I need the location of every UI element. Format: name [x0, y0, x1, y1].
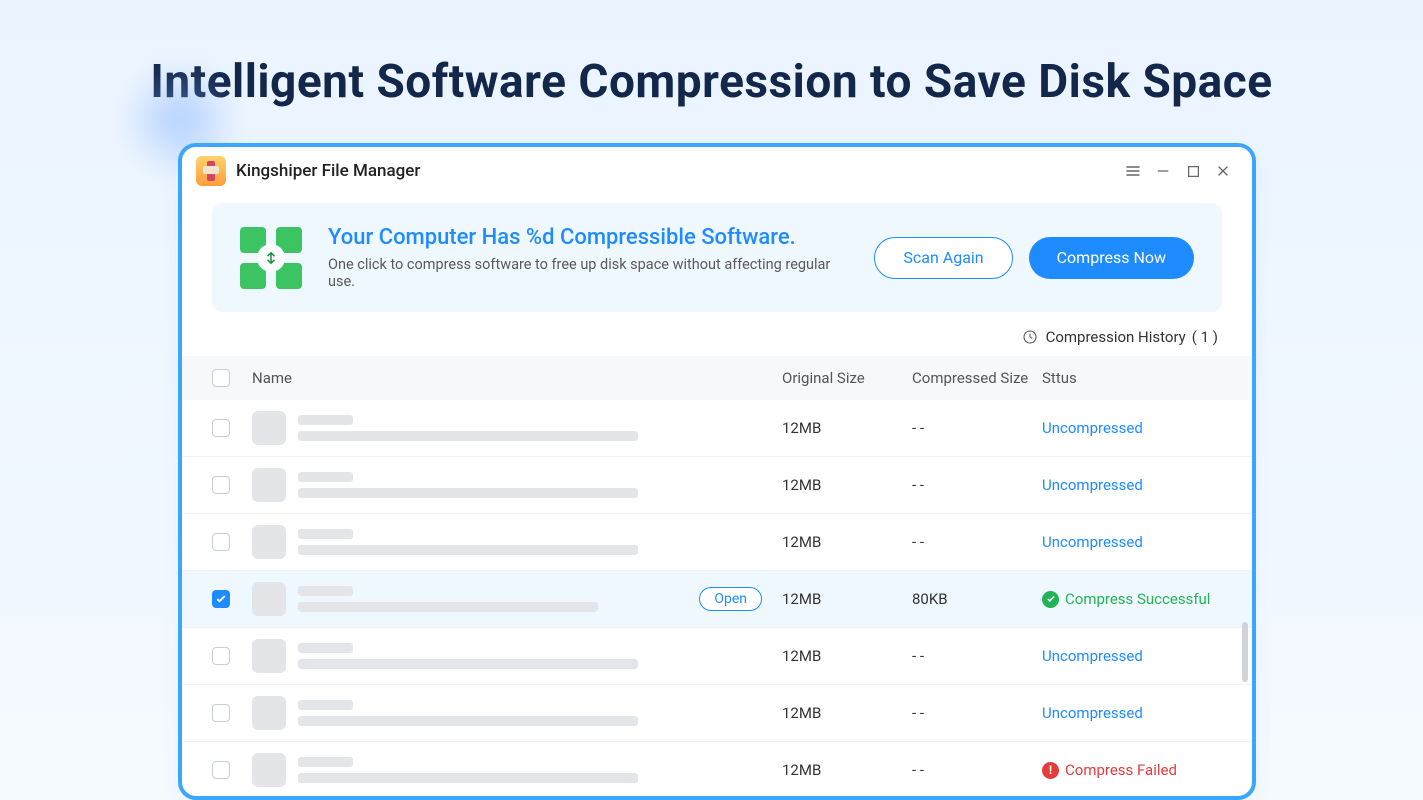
row-name-cell [252, 696, 782, 730]
table-row: Open 12MB80KB Compress Successful [182, 571, 1252, 628]
table-row: 12MB- -Uncompressed [182, 628, 1252, 685]
status-text: Uncompressed [1042, 533, 1143, 551]
original-size-cell: 12MB [782, 704, 912, 722]
status-text: Compress Successful [1065, 590, 1210, 608]
history-label: Compression History [1046, 328, 1186, 346]
status-cell: ! Compress Failed [1042, 761, 1222, 779]
scrollbar-thumb[interactable] [1242, 622, 1248, 682]
history-clock-icon [1022, 329, 1038, 345]
row-name-cell [252, 639, 782, 673]
hamburger-menu-icon[interactable] [1118, 156, 1148, 186]
row-checkbox[interactable] [212, 533, 230, 551]
status-cell: Uncompressed [1042, 476, 1222, 494]
status-cell: Uncompressed [1042, 647, 1222, 665]
table-row: 12MB- -Uncompressed [182, 457, 1252, 514]
software-thumbnail-icon [252, 582, 286, 616]
compressed-size-cell: - - [912, 647, 1042, 665]
minimize-icon[interactable] [1148, 156, 1178, 186]
banner-title: Your Computer Has %d Compressible Softwa… [328, 225, 858, 250]
scan-result-banner: Your Computer Has %d Compressible Softwa… [212, 203, 1222, 312]
compressed-size-cell: - - [912, 419, 1042, 437]
original-size-cell: 12MB [782, 476, 912, 494]
open-button[interactable]: Open [699, 587, 762, 611]
table-row: 12MB- -Uncompressed [182, 514, 1252, 571]
status-text: Uncompressed [1042, 419, 1143, 437]
original-size-cell: 12MB [782, 590, 912, 608]
row-checkbox[interactable] [212, 476, 230, 494]
software-thumbnail-icon [252, 696, 286, 730]
history-count: ( 1 ) [1192, 328, 1218, 346]
compress-icon [240, 227, 302, 289]
error-exclaim-icon: ! [1042, 762, 1059, 779]
software-thumbnail-icon [252, 639, 286, 673]
compressed-size-cell: 80KB [912, 590, 1042, 608]
status-cell: Uncompressed [1042, 533, 1222, 551]
row-name-cell [252, 411, 782, 445]
banner-subtitle: One click to compress software to free u… [328, 256, 858, 290]
app-title: Kingshiper File Manager [236, 161, 420, 181]
table-row: 12MB- -Uncompressed [182, 400, 1252, 457]
original-size-cell: 12MB [782, 533, 912, 551]
col-name: Name [252, 369, 782, 387]
original-size-cell: 12MB [782, 419, 912, 437]
success-check-icon [1042, 591, 1059, 608]
status-text: Uncompressed [1042, 704, 1143, 722]
software-thumbnail-icon [252, 753, 286, 787]
original-size-cell: 12MB [782, 647, 912, 665]
col-original-size: Original Size [782, 369, 912, 387]
app-window: Kingshiper File Manager Your Computer Ha… [178, 143, 1256, 800]
row-checkbox[interactable] [212, 590, 230, 608]
status-cell: Compress Successful [1042, 590, 1222, 608]
table-row: 12MB- -! Compress Failed [182, 742, 1252, 799]
col-compressed-size: Compressed Size [912, 369, 1042, 387]
status-text: Uncompressed [1042, 647, 1143, 665]
close-icon[interactable] [1208, 156, 1238, 186]
row-name-cell [252, 525, 782, 559]
row-checkbox[interactable] [212, 419, 230, 437]
status-text: Uncompressed [1042, 476, 1143, 494]
row-checkbox[interactable] [212, 704, 230, 722]
row-name-cell: Open [252, 582, 782, 616]
original-size-cell: 12MB [782, 761, 912, 779]
scan-again-button[interactable]: Scan Again [874, 237, 1012, 279]
select-all-checkbox[interactable] [212, 369, 230, 387]
row-name-cell [252, 753, 782, 787]
table-header: Name Original Size Compressed Size Sttus [182, 356, 1252, 400]
software-thumbnail-icon [252, 468, 286, 502]
row-name-cell [252, 468, 782, 502]
compressed-size-cell: - - [912, 533, 1042, 551]
row-checkbox[interactable] [212, 761, 230, 779]
status-text: Compress Failed [1065, 761, 1177, 779]
software-table: Name Original Size Compressed Size Sttus… [182, 356, 1252, 799]
compression-history-link[interactable]: Compression History ( 1 ) [212, 312, 1222, 356]
maximize-icon[interactable] [1178, 156, 1208, 186]
software-thumbnail-icon [252, 525, 286, 559]
app-logo-icon [196, 156, 226, 186]
compressed-size-cell: - - [912, 704, 1042, 722]
col-status: Sttus [1042, 369, 1222, 387]
table-row: 12MB- -Uncompressed [182, 685, 1252, 742]
row-checkbox[interactable] [212, 647, 230, 665]
compressed-size-cell: - - [912, 761, 1042, 779]
status-cell: Uncompressed [1042, 704, 1222, 722]
page-headline: Intelligent Software Compression to Save… [0, 0, 1423, 109]
titlebar: Kingshiper File Manager [182, 147, 1252, 195]
software-thumbnail-icon [252, 411, 286, 445]
compressed-size-cell: - - [912, 476, 1042, 494]
status-cell: Uncompressed [1042, 419, 1222, 437]
compress-now-button[interactable]: Compress Now [1029, 237, 1194, 279]
